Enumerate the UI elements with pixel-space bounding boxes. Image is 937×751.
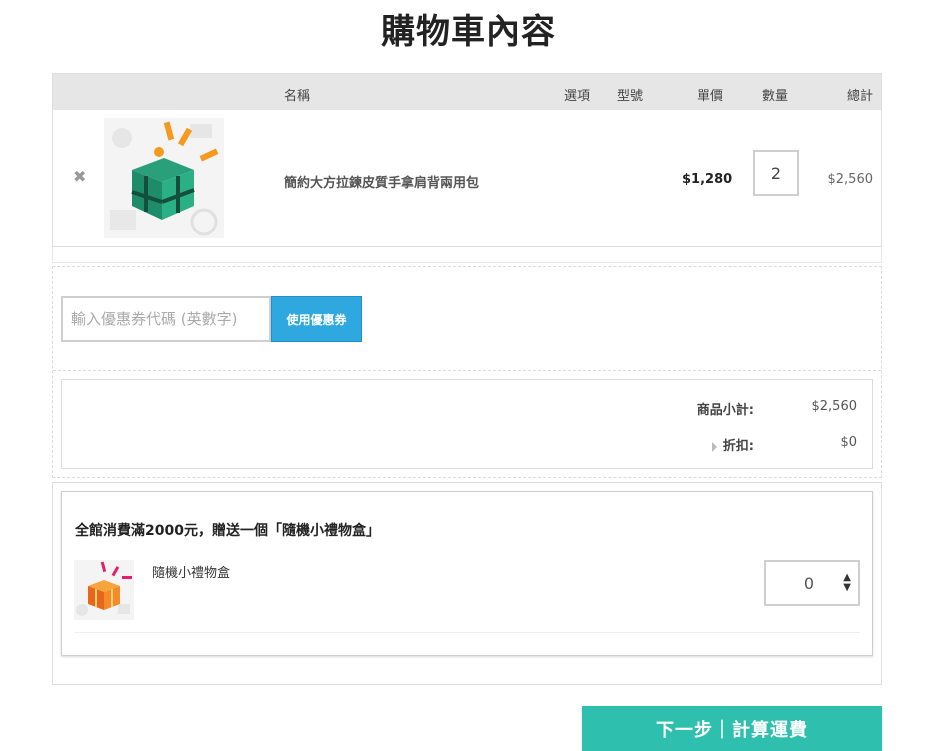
caret-right-icon xyxy=(711,441,717,452)
header-option: 選項 xyxy=(564,89,591,104)
header-qty: 數量 xyxy=(762,89,789,104)
header-name: 名稱 xyxy=(284,89,311,104)
table-row: ✖ 簡約大方拉鍊皮質手拿肩背兩用包 $1,280 $2,560 xyxy=(53,110,881,246)
product-total: $2,560 xyxy=(827,172,874,187)
order-summary: 商品小計: $2,560 折扣: $0 xyxy=(61,379,873,469)
discount-toggle[interactable]: 折扣: xyxy=(711,435,754,454)
subtotal-value: $2,560 xyxy=(811,399,858,414)
divider xyxy=(53,370,881,371)
header-total: 總計 xyxy=(847,89,874,104)
next-step-button[interactable]: 下一步｜計算運費 xyxy=(582,706,882,751)
promo-panel: 全館消費滿2000元，贈送一個「隨機小禮物盒」 隨機小禮物盒 0 ▲ ▼ xyxy=(52,482,882,685)
gift-quantity-value: 0 xyxy=(803,574,815,593)
header-model: 型號 xyxy=(617,89,644,104)
gift-image xyxy=(74,560,134,620)
table-header: 名稱 選項 型號 單價 數量 總計 xyxy=(53,74,881,110)
product-price: $1,280 xyxy=(682,172,733,187)
product-image xyxy=(104,118,224,238)
remove-item-button[interactable]: ✖ xyxy=(73,167,86,186)
divider xyxy=(74,632,860,633)
quantity-input[interactable] xyxy=(753,150,799,196)
gift-name: 隨機小禮物盒 xyxy=(152,566,231,581)
table-footer-divider xyxy=(52,247,882,263)
discount-value: $0 xyxy=(840,435,857,450)
apply-coupon-button[interactable]: 使用優惠券 xyxy=(271,296,362,342)
promo-box: 全館消費滿2000元，贈送一個「隨機小禮物盒」 隨機小禮物盒 0 ▲ ▼ xyxy=(61,491,873,656)
spinner-arrows-icon[interactable]: ▲ ▼ xyxy=(843,573,851,593)
product-name: 簡約大方拉鍊皮質手拿肩背兩用包 xyxy=(284,176,480,191)
page-title: 購物車內容 xyxy=(381,12,556,52)
cart-table: 名稱 選項 型號 單價 數量 總計 ✖ 簡約大方拉鍊皮質手拿肩背兩用包 $1,2 xyxy=(52,73,882,247)
coupon-input[interactable] xyxy=(61,296,271,342)
coupon-panel: 使用優惠券 商品小計: $2,560 折扣: $0 xyxy=(52,266,882,478)
discount-label: 折扣: xyxy=(722,439,754,454)
header-price: 單價 xyxy=(697,89,724,104)
gift-quantity-select[interactable]: 0 ▲ ▼ xyxy=(764,560,860,606)
promo-title: 全館消費滿2000元，贈送一個「隨機小禮物盒」 xyxy=(75,523,380,539)
subtotal-label: 商品小計: xyxy=(696,403,754,418)
